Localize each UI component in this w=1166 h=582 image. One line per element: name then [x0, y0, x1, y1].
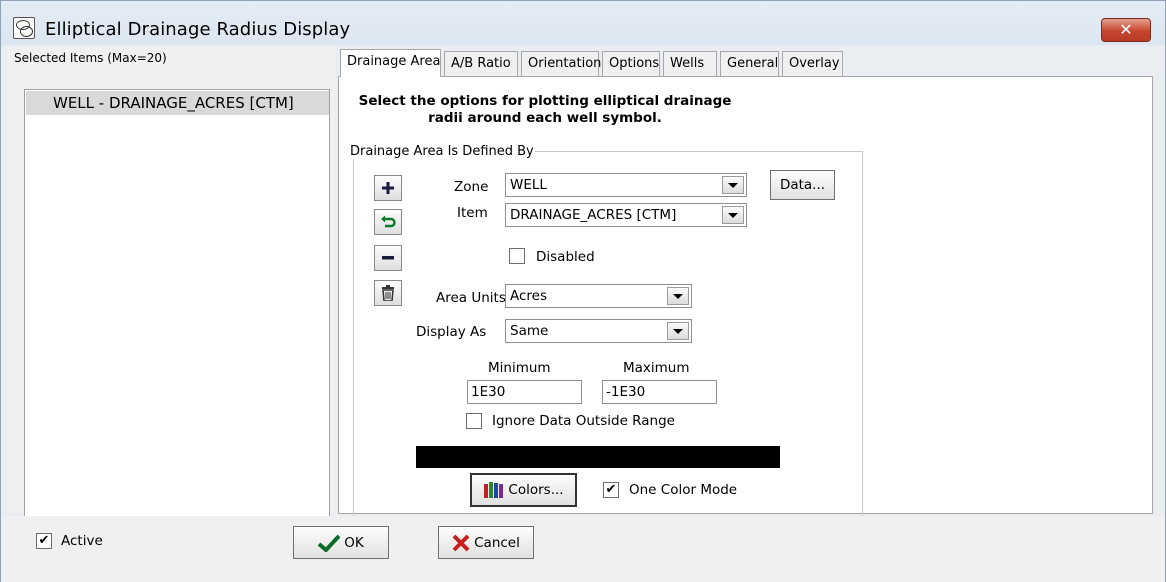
selected-items-list[interactable]: WELL - DRAINAGE_ACRES [CTM] — [24, 89, 330, 519]
tab-options[interactable]: Options — [602, 51, 660, 76]
item-value: DRAINAGE_ACRES [CTM] — [510, 207, 677, 223]
display-as-value: Same — [510, 323, 549, 339]
display-as-label: Display As — [416, 324, 487, 340]
crayons-icon — [484, 482, 504, 498]
bottom-bar: ✔ Active OK Cancel — [1, 516, 1165, 582]
tab-general[interactable]: General — [720, 51, 779, 76]
title-bar: Elliptical Drainage Radius Display ✕ — [1, 1, 1165, 45]
window-title: Elliptical Drainage Radius Display — [45, 19, 351, 40]
disabled-checkbox[interactable] — [509, 248, 525, 264]
maximum-input[interactable]: -1E30 — [602, 380, 717, 404]
chevron-down-icon[interactable] — [667, 322, 689, 340]
zone-label: Zone — [454, 179, 489, 195]
tab-ab-ratio[interactable]: A/B Ratio — [444, 51, 518, 76]
tab-orientation[interactable]: Orientation — [521, 51, 601, 76]
close-button[interactable]: ✕ — [1101, 18, 1151, 42]
item-select[interactable]: DRAINAGE_ACRES [CTM] — [505, 203, 747, 227]
instruction-line-2: radii around each well symbol. — [428, 110, 662, 126]
active-label: Active — [61, 533, 103, 549]
disabled-label: Disabled — [536, 249, 595, 265]
display-as-select[interactable]: Same — [505, 319, 692, 343]
ignore-range-label: Ignore Data Outside Range — [492, 413, 675, 429]
app-icon — [13, 17, 35, 39]
group-label: Drainage Area Is Defined By — [349, 144, 535, 159]
ok-button[interactable]: OK — [293, 526, 389, 559]
tab-wells[interactable]: Wells — [663, 51, 717, 76]
chevron-down-icon[interactable] — [667, 287, 689, 305]
item-label: Item — [457, 205, 488, 221]
one-color-mode-checkbox[interactable]: ✔ — [603, 482, 619, 498]
cancel-button[interactable]: Cancel — [438, 526, 534, 559]
remove-button[interactable] — [374, 245, 402, 271]
minimum-input[interactable]: 1E30 — [467, 380, 582, 404]
minimum-label: Minimum — [488, 360, 551, 376]
zone-select[interactable]: WELL — [505, 173, 747, 197]
drainage-area-page: Select the options for plotting elliptic… — [338, 76, 1153, 521]
ignore-range-checkbox[interactable] — [466, 413, 482, 429]
area-units-label: Area Units — [436, 290, 506, 306]
selected-items-label: Selected Items (Max=20) — [14, 51, 167, 65]
trash-icon — [382, 285, 394, 301]
maximum-label: Maximum — [623, 360, 690, 376]
color-bar[interactable] — [416, 446, 780, 468]
list-item[interactable]: WELL - DRAINAGE_ACRES [CTM] — [26, 91, 329, 115]
undo-icon — [381, 215, 396, 228]
colors-button[interactable]: Colors... — [470, 473, 577, 507]
plus-icon — [382, 182, 394, 194]
cancel-label: Cancel — [474, 534, 520, 551]
zone-value: WELL — [510, 177, 547, 193]
minus-icon — [382, 256, 394, 260]
tab-drainage-area[interactable]: Drainage Area — [340, 49, 441, 77]
x-icon — [452, 534, 470, 551]
dialog-window: Elliptical Drainage Radius Display ✕ Sel… — [0, 0, 1166, 582]
colors-label: Colors... — [508, 482, 564, 498]
tab-overlay[interactable]: Overlay — [782, 51, 843, 76]
add-button[interactable] — [374, 175, 402, 201]
instruction-text: Select the options for plotting elliptic… — [339, 93, 751, 127]
data-button[interactable]: Data... — [770, 170, 835, 200]
undo-button[interactable] — [374, 209, 402, 235]
chevron-down-icon[interactable] — [722, 176, 744, 194]
chevron-down-icon[interactable] — [722, 206, 744, 224]
instruction-line-1: Select the options for plotting elliptic… — [358, 93, 732, 109]
selected-items-panel: Selected Items (Max=20) WELL - DRAINAGE_… — [7, 46, 335, 554]
ok-label: OK — [344, 534, 364, 551]
checkmark-icon — [318, 534, 341, 552]
one-color-mode-label: One Color Mode — [629, 482, 738, 498]
active-checkbox[interactable]: ✔ — [36, 533, 52, 549]
delete-button[interactable] — [374, 280, 402, 306]
area-units-value: Acres — [510, 288, 548, 304]
area-units-select[interactable]: Acres — [505, 284, 692, 308]
